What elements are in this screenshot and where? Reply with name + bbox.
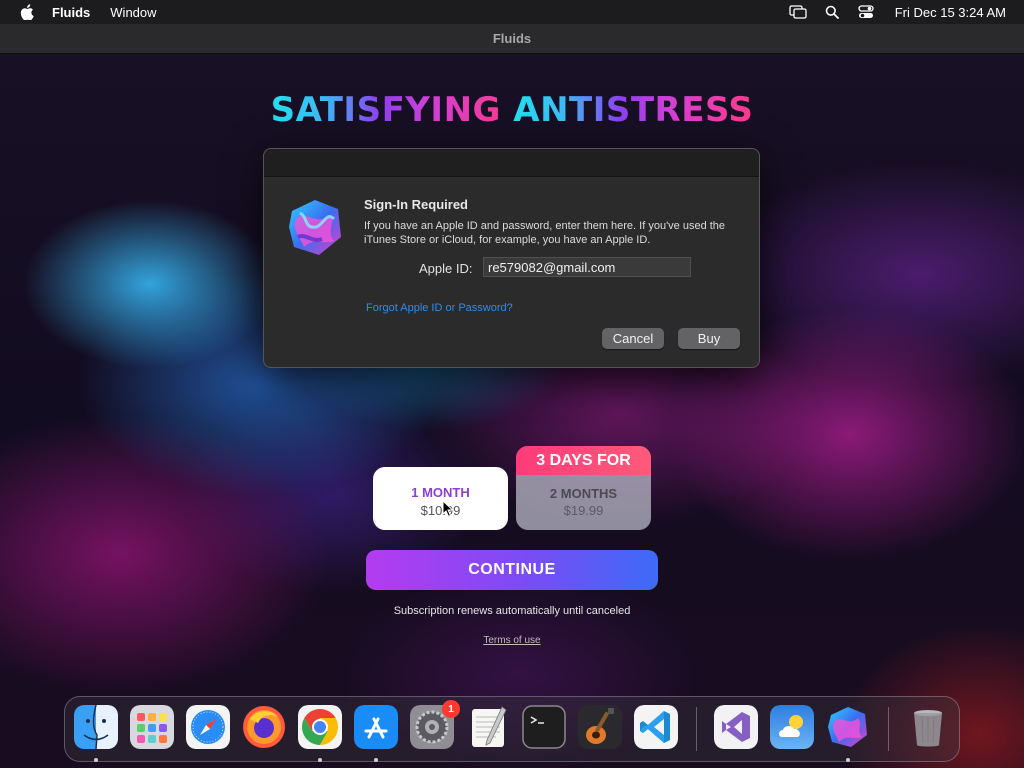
- forgot-password-link[interactable]: Forgot Apple ID or Password?: [366, 302, 513, 314]
- chrome-icon[interactable]: [298, 705, 342, 749]
- apple-id-label: Apple ID:: [419, 261, 473, 276]
- plan-card-2-months[interactable]: 3 DAYS FOR 2 MONTHS $19.99: [516, 446, 651, 530]
- fluids-dock-icon[interactable]: [826, 705, 870, 749]
- dock-separator: [888, 707, 889, 751]
- safari-icon[interactable]: [186, 705, 230, 749]
- buy-button[interactable]: Buy: [678, 328, 740, 349]
- menu-bar: Fluids Window Fri Dec 15 3:24 AM: [0, 0, 1024, 24]
- textedit-icon[interactable]: [466, 705, 510, 749]
- dialog-message: If you have an Apple ID and password, en…: [364, 220, 726, 246]
- menu-window[interactable]: Window: [110, 5, 156, 20]
- app-store-icon[interactable]: [354, 705, 398, 749]
- firefox-icon[interactable]: [242, 705, 286, 749]
- menu-app-name[interactable]: Fluids: [52, 5, 90, 20]
- trash-icon[interactable]: [906, 705, 950, 749]
- plan-price: $19.99: [563, 503, 604, 518]
- dialog-title: Sign-In Required: [364, 197, 468, 212]
- dock: 1: [64, 696, 960, 762]
- running-indicator: [846, 758, 850, 762]
- window-title-bar: Fluids: [0, 24, 1024, 54]
- terminal-icon[interactable]: [522, 705, 566, 749]
- fluids-app-icon: [289, 200, 341, 255]
- notification-badge: 1: [442, 700, 460, 718]
- control-center-icon[interactable]: [857, 5, 875, 19]
- window-title: Fluids: [492, 31, 532, 46]
- plan-name: 1 MONTH: [411, 485, 470, 500]
- cancel-button[interactable]: Cancel: [602, 328, 664, 349]
- terms-of-use-link[interactable]: Terms of use: [480, 635, 544, 646]
- menu-clock[interactable]: Fri Dec 15 3:24 AM: [895, 5, 1006, 20]
- plan-card-1-month[interactable]: 1 MONTH $10.99: [373, 467, 508, 530]
- search-icon[interactable]: [823, 5, 841, 19]
- apple-id-input[interactable]: [483, 257, 691, 277]
- finder-icon[interactable]: [74, 705, 118, 749]
- continue-button[interactable]: CONTINUE: [366, 550, 658, 590]
- menu-bar-status: Fri Dec 15 3:24 AM: [789, 0, 1024, 24]
- headline-part2: ANTISTRESS: [513, 90, 754, 130]
- launchpad-icon[interactable]: [130, 705, 174, 749]
- vs-code-icon[interactable]: [634, 705, 678, 749]
- mouse-cursor-icon: [442, 500, 454, 518]
- dock-separator: [696, 707, 697, 751]
- garageband-icon[interactable]: [578, 705, 622, 749]
- headline-part1: SATISFYING: [270, 90, 514, 130]
- screen-mirroring-icon[interactable]: [789, 5, 807, 19]
- running-indicator: [374, 758, 378, 762]
- dialog-title-bar: [264, 149, 759, 177]
- plan-name: 2 MONTHS: [549, 486, 618, 501]
- weather-icon[interactable]: [770, 705, 814, 749]
- headline: SATISFYING ANTISTRESS: [0, 90, 1024, 130]
- plan-price: $10.99: [420, 503, 461, 518]
- running-indicator: [94, 758, 98, 762]
- renewal-note: Subscription renews automatically until …: [393, 605, 631, 617]
- trial-badge: 3 DAYS FOR: [516, 446, 651, 475]
- sign-in-dialog: Sign-In Required If you have an Apple ID…: [263, 148, 760, 368]
- apple-menu-icon[interactable]: [20, 4, 34, 20]
- running-indicator: [318, 758, 322, 762]
- visual-studio-icon[interactable]: [714, 705, 758, 749]
